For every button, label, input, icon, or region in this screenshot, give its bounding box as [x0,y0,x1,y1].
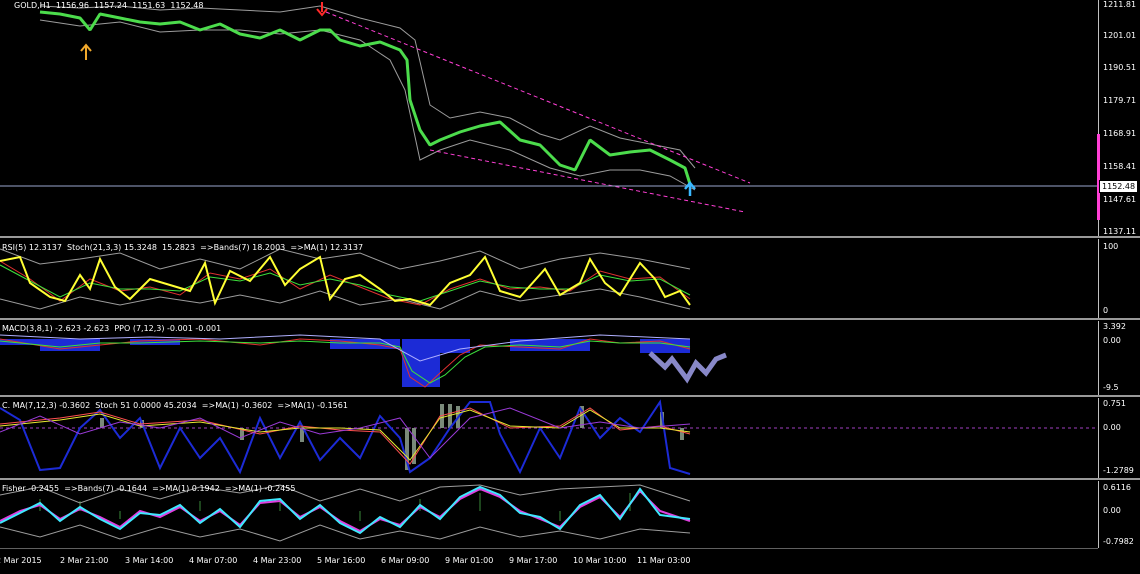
fisher-pane[interactable]: Fisher -0.2455 =>Bands(7) -0.1644 =>MA(1… [0,481,1098,548]
price-range-marker [1097,134,1100,220]
ma-stoch-axis-line [1098,398,1099,478]
fisher-tick: -0.7982 [1103,537,1134,546]
time-label: 9 Mar 17:00 [509,556,558,565]
time-label: 4 Mar 23:00 [253,556,302,565]
main-pane-header: GOLD,H1 1156.96 1157.24 1151.63 1152.48 [14,1,204,10]
fisher-tick: 0.00 [1103,506,1121,515]
price-tick: 1158.41 [1103,162,1137,171]
time-label: 4 Mar 07:00 [189,556,238,565]
macd-histogram [0,339,690,387]
stoch-signal [0,264,691,302]
price-tick: 1147.61 [1103,195,1137,204]
price-tick: 1168.91 [1103,129,1137,138]
price-tick: 1179.71 [1103,96,1137,105]
price-tick: 1190.51 [1103,63,1137,72]
sell-arrow-icon [316,2,328,17]
macd-pane-header: MACD(3,8,1) -2.623 -2.623 PPO (7,12,3) -… [2,324,222,333]
price-chart-pane[interactable]: GOLD,H1 1156.96 1157.24 1151.63 1152.48 [0,0,1098,236]
macd-tick: -9.5 [1103,383,1119,392]
time-label: 10 Mar 10:00 [573,556,627,565]
rsi-pane[interactable]: RSI(5) 12.3137 Stoch(21,3,3) 15.3248 15.… [0,239,1098,318]
rsi-tick: 0 [1103,306,1109,315]
channel-lower-line [429,149,746,213]
pane-separator[interactable] [0,395,1140,397]
price-tick: 1211.81 [1103,0,1137,9]
price-series [39,10,692,185]
fisher-pane-header: Fisher -0.2455 =>Bands(7) -0.1644 =>MA(1… [2,484,296,493]
time-label: 2 Mar 21:00 [60,556,109,565]
time-label: 2 Mar 2015 [0,556,42,565]
time-label: 6 Mar 09:00 [381,556,430,565]
rsi-axis-line [1098,239,1099,318]
rsi-tick: 100 [1103,242,1119,251]
pane-separator[interactable] [0,236,1140,238]
ma-stoch-pane[interactable]: C. MA(7,12,3) -0.3602 Stoch 51 0.0000 45… [0,398,1098,478]
price-chart-canvas [0,2,1098,213]
macd-axis-line [1098,321,1099,395]
ma-stoch-tick: 0.751 [1103,399,1126,408]
ma-stoch-tick: 0.00 [1103,423,1121,432]
ma-stoch-pane-header: C. MA(7,12,3) -0.3602 Stoch 51 0.0000 45… [2,401,348,410]
time-label: 9 Mar 01:00 [445,556,494,565]
ma-stoch-tick: -1.2789 [1103,466,1134,475]
price-tick: 1201.01 [1103,31,1137,40]
time-label: 3 Mar 14:00 [125,556,174,565]
rsi-pane-header: RSI(5) 12.3137 Stoch(21,3,3) 15.3248 15.… [2,243,364,252]
rsi-band-lower [0,288,691,310]
pane-separator[interactable] [0,478,1140,480]
fisher-band-lower [0,524,691,542]
channel-upper-line [325,11,751,184]
time-label: 5 Mar 16:00 [317,556,366,565]
macd-tick: 0.00 [1103,336,1121,345]
macd-tick: 3.392 [1103,322,1126,331]
fisher-tick: 0.6116 [1103,483,1131,492]
time-label: 11 Mar 03:00 [637,556,691,565]
buy-arrow-icon [80,43,92,60]
fisher-axis-line [1098,481,1099,548]
macd-pane[interactable]: MACD(3,8,1) -2.623 -2.623 PPO (7,12,3) -… [0,321,1098,395]
pane-separator[interactable] [0,318,1140,320]
current-price-tag: 1152.48 [1099,180,1139,193]
zigzag-arrow-icon [648,351,727,384]
